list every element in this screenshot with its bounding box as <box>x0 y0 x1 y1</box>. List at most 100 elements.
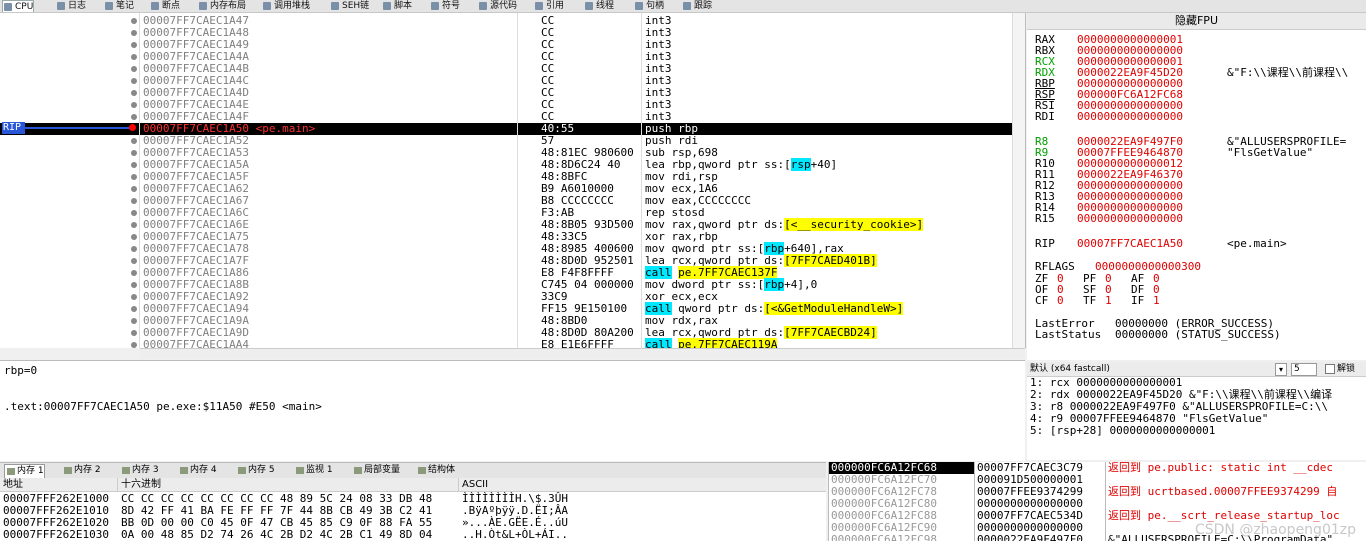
col-header-hex[interactable]: 十六进制 <box>118 478 459 492</box>
register-value[interactable]: 0000000000000000 <box>1077 213 1227 225</box>
tab-locals[interactable]: 局部变量 <box>352 464 400 477</box>
breakpoint-bullet[interactable] <box>131 78 137 84</box>
register-value[interactable]: 00007FF7CAEC1A50 <box>1077 238 1227 250</box>
register-comment: "FlsGetValue" <box>1227 146 1314 159</box>
tab-threads[interactable]: 线程 <box>584 0 614 12</box>
register-pane: 隐藏FPU RAX 0000000000000001 RBX 000000000000… <box>1027 13 1366 360</box>
breakpoint-bullet[interactable] <box>131 294 137 300</box>
chevron-down-icon[interactable]: ▾ <box>1275 363 1287 376</box>
dump-tab-bar: 内存 1 内存 2 内存 3 内存 4 内存 5 监视 1 局部变量 结构体 <box>0 462 826 478</box>
breakpoint-bullet[interactable] <box>131 306 137 312</box>
breakpoint-bullet[interactable] <box>131 18 137 24</box>
stack-address[interactable]: 000000FC6A12FC98 <box>831 534 937 541</box>
breakpoint-bullet[interactable] <box>131 186 137 192</box>
col-header-address[interactable]: 地址 <box>0 478 118 492</box>
tab-memory-1[interactable]: 内存 1 <box>4 464 45 478</box>
disasm-scrollbar[interactable] <box>1012 13 1025 348</box>
tab-memory-3[interactable]: 内存 3 <box>120 464 159 477</box>
rip-label: RIP <box>2 122 25 134</box>
breakpoint-bullet[interactable] <box>131 114 137 120</box>
tab-struct[interactable]: 结构体 <box>416 464 455 477</box>
args-pane[interactable]: 1: rcx 0000000000000001 2: rdx 0000022EA… <box>1027 377 1366 460</box>
breakpoint-dot[interactable] <box>129 124 136 131</box>
dump-row[interactable]: 00007FFF262E1030 0A 00 48 85 D2 74 26 4C … <box>0 529 826 541</box>
tab-breakpoints[interactable]: 断点 <box>150 0 180 12</box>
tab-watch-1[interactable]: 监视 1 <box>294 464 333 477</box>
stack-comment: 返回到 pe.public: static int __cdec <box>1108 462 1334 474</box>
flag-value[interactable]: 0 <box>1057 295 1083 307</box>
stack-address-column[interactable]: 000000FC6A12FC68 000000FC6A12FC70 000000FC… <box>828 462 974 541</box>
register-name: LastStatus <box>1035 328 1102 341</box>
breakpoint-bullet[interactable] <box>131 66 137 72</box>
breakpoint-bullet[interactable] <box>131 270 137 276</box>
register-r15[interactable]: R15 0000000000000000 <box>1035 213 1227 225</box>
tab-log[interactable]: 日志 <box>56 0 86 12</box>
breakpoint-bullet[interactable] <box>131 42 137 48</box>
tab-memory-2[interactable]: 内存 2 <box>62 464 101 477</box>
breakpoint-bullet[interactable] <box>131 258 137 264</box>
stack-value[interactable]: 0000022EA9F497F0 <box>977 534 1083 541</box>
tab-references[interactable]: 引用 <box>534 0 564 12</box>
flag-name: CF <box>1035 294 1049 307</box>
breakpoint-bullet[interactable] <box>131 246 137 252</box>
breakpoint-bullet[interactable] <box>131 282 137 288</box>
register-comment: <pe.main> <box>1227 237 1287 250</box>
breakpoint-bullet[interactable] <box>131 342 137 348</box>
breakpoint-bullet[interactable] <box>131 102 137 108</box>
breakpoint-bullet[interactable] <box>131 138 137 144</box>
breakpoint-bullet[interactable] <box>131 54 137 60</box>
breakpoint-bullet[interactable] <box>131 30 137 36</box>
disasm-row[interactable]: 00007FF7CAEC1AA4 E8 E1E6FFFF call pe.7FF7C… <box>0 338 1025 349</box>
breakpoint-bullet[interactable] <box>131 150 137 156</box>
arg-count-input[interactable]: 5 <box>1291 363 1317 376</box>
top-tab-bar: CPU 日志 笔记 断点 内存布局 调用堆栈 SEH链 脚本 符号 源代码 引用… <box>0 0 1366 13</box>
tab-source[interactable]: 源代码 <box>478 0 517 12</box>
breakpoint-bullet[interactable] <box>131 162 137 168</box>
tab-memory-4[interactable]: 内存 4 <box>178 464 217 477</box>
tab-notes[interactable]: 笔记 <box>104 0 134 12</box>
register-rdi[interactable]: RDI 0000000000000000 <box>1035 111 1227 123</box>
tab-handles[interactable]: 句柄 <box>634 0 664 12</box>
breakpoint-bullet[interactable] <box>131 90 137 96</box>
register-rip[interactable]: RIP 00007FF7CAEC1A50 <pe.main> <box>1035 238 1287 250</box>
info-line: .text:00007FF7CAEC1A50 pe.exe:$11A50 #E5… <box>4 400 322 413</box>
breakpoint-bullet[interactable] <box>131 174 137 180</box>
flag-value[interactable]: 1 <box>1153 295 1179 307</box>
register-name: RDI <box>1035 110 1055 123</box>
tab-cpu[interactable]: CPU <box>2 0 35 12</box>
args-toolbar: 默认 (x64 fastcall) ▾ 5 解锁 <box>1027 362 1366 377</box>
tab-trace[interactable]: 跟踪 <box>682 0 712 12</box>
breakpoint-bullet[interactable] <box>131 222 137 228</box>
disasm-hscrollbar[interactable] <box>140 348 1025 359</box>
watermark: CSDN @zhaopeng01zp <box>1194 522 1356 538</box>
flag-value[interactable]: 1 <box>1105 295 1131 307</box>
flag-name: TF <box>1083 294 1097 307</box>
hide-fpu-button[interactable]: 隐藏FPU <box>1027 13 1366 30</box>
tab-memory-map[interactable]: 内存布局 <box>198 0 246 12</box>
stack-value-column[interactable]: 00007FF7CAEC3C79 000091D500000001 00007FFE… <box>974 462 1105 541</box>
rip-arrow <box>25 127 131 129</box>
info-pane: rbp=0 .text:00007FF7CAEC1A50 pe.exe:$11A… <box>0 360 1025 461</box>
dump-ascii: ..H.Òt&L+ÒL+ÁI.. <box>462 528 568 541</box>
disassembly-view[interactable]: 00007FF7CAEC1A47 CC int3 00007FF7CAEC1A48 CC… <box>0 13 1026 348</box>
last-status: LastStatus 00000000 (STATUS_SUCCESS) <box>1035 329 1281 341</box>
tab-call-stack[interactable]: 调用堆栈 <box>262 0 310 12</box>
disasm-bytes: E8 E1E6FFFF <box>541 338 614 349</box>
unlock-checkbox[interactable] <box>1325 364 1335 374</box>
calling-convention-select[interactable]: 默认 (x64 fastcall) <box>1030 362 1110 376</box>
tab-seh[interactable]: SEH链 <box>330 0 369 12</box>
breakpoint-bullet[interactable] <box>131 318 137 324</box>
memory-dump-pane[interactable]: 地址 十六进制 ASCII 00007FFF262E1000 CC CC CC C… <box>0 478 826 541</box>
breakpoint-bullet[interactable] <box>131 198 137 204</box>
dump-hex: 0A 00 48 85 D2 74 26 4C 2B D2 4C 2B C1 4… <box>121 528 433 541</box>
breakpoint-bullet[interactable] <box>131 210 137 216</box>
tab-memory-5[interactable]: 内存 5 <box>236 464 275 477</box>
tab-symbols[interactable]: 符号 <box>430 0 460 12</box>
col-header-ascii[interactable]: ASCII <box>459 478 826 492</box>
tab-script[interactable]: 脚本 <box>382 0 412 12</box>
breakpoint-bullet[interactable] <box>131 234 137 240</box>
stack-comment: 返回到 pe.__scrt_release_startup_loc <box>1108 509 1340 522</box>
info-line: rbp=0 <box>4 364 38 377</box>
register-value[interactable]: 0000000000000000 <box>1077 111 1227 123</box>
breakpoint-bullet[interactable] <box>131 330 137 336</box>
